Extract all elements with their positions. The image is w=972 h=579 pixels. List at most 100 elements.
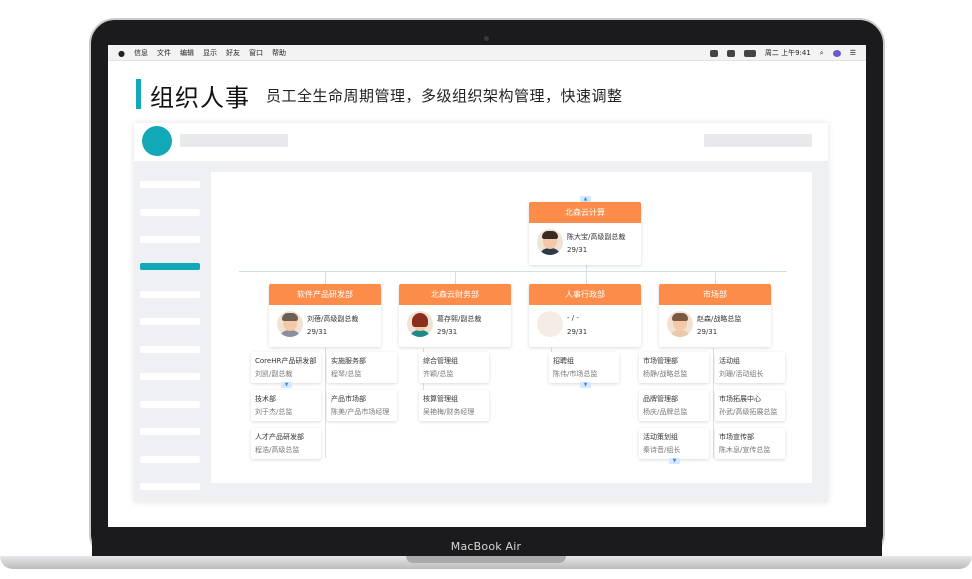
- group-card[interactable]: 市场管理部 杨静/战略总监: [639, 352, 709, 383]
- dept-name: 人事行政部: [529, 284, 641, 305]
- avatar: [537, 229, 563, 255]
- menu-item[interactable]: 窗口: [249, 48, 263, 58]
- mac-menubar: ● 信息 文件 编辑 显示 好友 窗口 帮助 周二 上午9:41 ⌕ ☰: [108, 45, 866, 61]
- org-chart-canvas: ▲ 北森云计算 陈大宝/高级副总裁 29/31 软件产品研发部 刘蓓/高级副总裁…: [211, 172, 812, 483]
- expand-toggle[interactable]: ▼: [580, 382, 591, 388]
- group-lead: 秦诗音/组长: [643, 446, 681, 454]
- group-lead: 陈木息/宣传总监: [719, 446, 771, 454]
- group-card[interactable]: 产品市场部 陈美/产品市场经理: [327, 390, 397, 421]
- avatar: [667, 311, 693, 337]
- sidebar-item[interactable]: [140, 291, 200, 298]
- wifi-icon[interactable]: [709, 49, 718, 57]
- group-name: 核算管理组: [423, 395, 458, 403]
- siri-icon[interactable]: [832, 49, 841, 57]
- headcount: 29/31: [697, 328, 718, 336]
- avatar: [407, 311, 433, 337]
- expand-toggle[interactable]: ▼: [669, 458, 680, 464]
- headcount: 29/31: [307, 328, 328, 336]
- sidebar-item[interactable]: [140, 373, 200, 380]
- sidebar-item[interactable]: [140, 456, 200, 463]
- sidebar-item[interactable]: [140, 236, 200, 243]
- page-title: 组织人事: [150, 84, 250, 112]
- sidebar-item[interactable]: [140, 401, 200, 408]
- group-name: 综合管理组: [423, 357, 458, 365]
- group-card[interactable]: 活动策划组 秦诗音/组长: [639, 428, 709, 459]
- title-accent-bar: [136, 79, 141, 109]
- app-logo[interactable]: [142, 126, 172, 156]
- group-name: 招聘组: [553, 357, 574, 365]
- dept-card[interactable]: 人事行政部 - / - 29/31: [529, 284, 641, 347]
- menu-item[interactable]: 帮助: [272, 48, 286, 58]
- sidebar-item[interactable]: [140, 181, 200, 188]
- menu-item[interactable]: 好友: [226, 48, 240, 58]
- group-name: 活动策划组: [643, 433, 678, 441]
- dept-card[interactable]: 市场部 赵森/战略总监 29/31: [659, 284, 771, 347]
- group-lead: 程琴/总监: [331, 370, 362, 378]
- airplay-icon[interactable]: [726, 49, 735, 57]
- sidebar-item[interactable]: [140, 209, 200, 216]
- sidebar-item[interactable]: [140, 428, 200, 435]
- group-card[interactable]: 人才产品研发部 程浩/高级总监: [251, 428, 321, 459]
- group-card[interactable]: 技术部 刘于杰/总监: [251, 390, 321, 421]
- group-lead: 孙武/高级拓展总监: [719, 408, 778, 416]
- group-name: 活动组: [719, 357, 740, 365]
- screen: ● 信息 文件 编辑 显示 好友 窗口 帮助 周二 上午9:41 ⌕ ☰ 组织人…: [108, 45, 866, 527]
- search-icon[interactable]: ⌕: [820, 49, 824, 58]
- dept-card[interactable]: 北森云财务部 葛存熙/副总裁 29/31: [399, 284, 511, 347]
- group-name: CoreHR产品研发部: [255, 357, 317, 365]
- group-card[interactable]: 实施服务部 程琴/总监: [327, 352, 397, 383]
- app-topbar: [134, 123, 828, 161]
- group-lead: 吴艳梅/财务经理: [423, 408, 475, 416]
- group-card[interactable]: 市场宣传部 陈木息/宣传总监: [715, 428, 785, 459]
- group-name: 产品市场部: [331, 395, 366, 403]
- group-lead: 刘于杰/总监: [255, 408, 293, 416]
- page-subtitle: 员工全生命周期管理，多级组织架构管理，快速调整: [266, 87, 623, 105]
- group-lead: 齐颖/总监: [423, 370, 454, 378]
- group-lead: 刘凯/副总裁: [255, 370, 293, 378]
- avatar: [277, 311, 303, 337]
- sidebar-item[interactable]: [140, 318, 200, 325]
- leader-name: 刘蓓/高级副总裁: [307, 315, 359, 323]
- menu-item[interactable]: 信息: [134, 48, 148, 58]
- group-name: 人才产品研发部: [255, 433, 304, 441]
- menu-item[interactable]: 文件: [157, 48, 171, 58]
- headcount: 29/31: [437, 328, 458, 336]
- group-name: 市场宣传部: [719, 433, 754, 441]
- group-card[interactable]: 活动组 刘珊/活动组长: [715, 352, 785, 383]
- group-lead: 杨静/战略总监: [643, 370, 688, 378]
- group-card[interactable]: 综合管理组 齐颖/总监: [419, 352, 489, 383]
- sidebar-item[interactable]: [140, 346, 200, 353]
- apple-icon[interactable]: ●: [118, 49, 125, 58]
- dept-name: 北森云计算: [529, 202, 641, 223]
- dept-card[interactable]: 软件产品研发部 刘蓓/高级副总裁 29/31: [269, 284, 381, 347]
- leader-name: 赵森/战略总监: [697, 315, 742, 323]
- control-center-icon[interactable]: ☰: [850, 49, 856, 57]
- topbar-placeholder: [180, 134, 288, 147]
- menu-item[interactable]: 显示: [203, 48, 217, 58]
- laptop-notch: [406, 556, 566, 563]
- group-lead: 陈伟/市场总监: [553, 370, 598, 378]
- dept-name: 北森云财务部: [399, 284, 511, 305]
- sidebar-item-active[interactable]: [140, 263, 200, 270]
- camera: [484, 36, 489, 41]
- group-name: 品牌管理部: [643, 395, 678, 403]
- menu-item[interactable]: 编辑: [180, 48, 194, 58]
- battery-icon[interactable]: [743, 49, 756, 57]
- group-name: 实施服务部: [331, 357, 366, 365]
- group-card[interactable]: 核算管理组 吴艳梅/财务经理: [419, 390, 489, 421]
- sidebar-item[interactable]: [140, 483, 200, 490]
- leader-name: 葛存熙/副总裁: [437, 315, 482, 323]
- group-name: 技术部: [255, 395, 276, 403]
- group-card[interactable]: 招聘组 陈伟/市场总监: [549, 352, 619, 383]
- dept-name: 软件产品研发部: [269, 284, 381, 305]
- expand-toggle[interactable]: ▼: [281, 382, 292, 388]
- headcount: 29/31: [567, 328, 588, 336]
- group-card[interactable]: 品牌管理部 杨庆/品牌总监: [639, 390, 709, 421]
- leader-name: - / -: [567, 314, 579, 322]
- group-lead: 刘珊/活动组长: [719, 370, 764, 378]
- menubar-clock[interactable]: 周二 上午9:41: [765, 48, 811, 58]
- org-root-card[interactable]: 北森云计算 陈大宝/高级副总裁 29/31: [529, 202, 641, 265]
- topbar-placeholder: [704, 134, 812, 147]
- group-card[interactable]: 市场拓展中心 孙武/高级拓展总监: [715, 390, 785, 421]
- group-card[interactable]: CoreHR产品研发部 刘凯/副总裁: [251, 352, 321, 383]
